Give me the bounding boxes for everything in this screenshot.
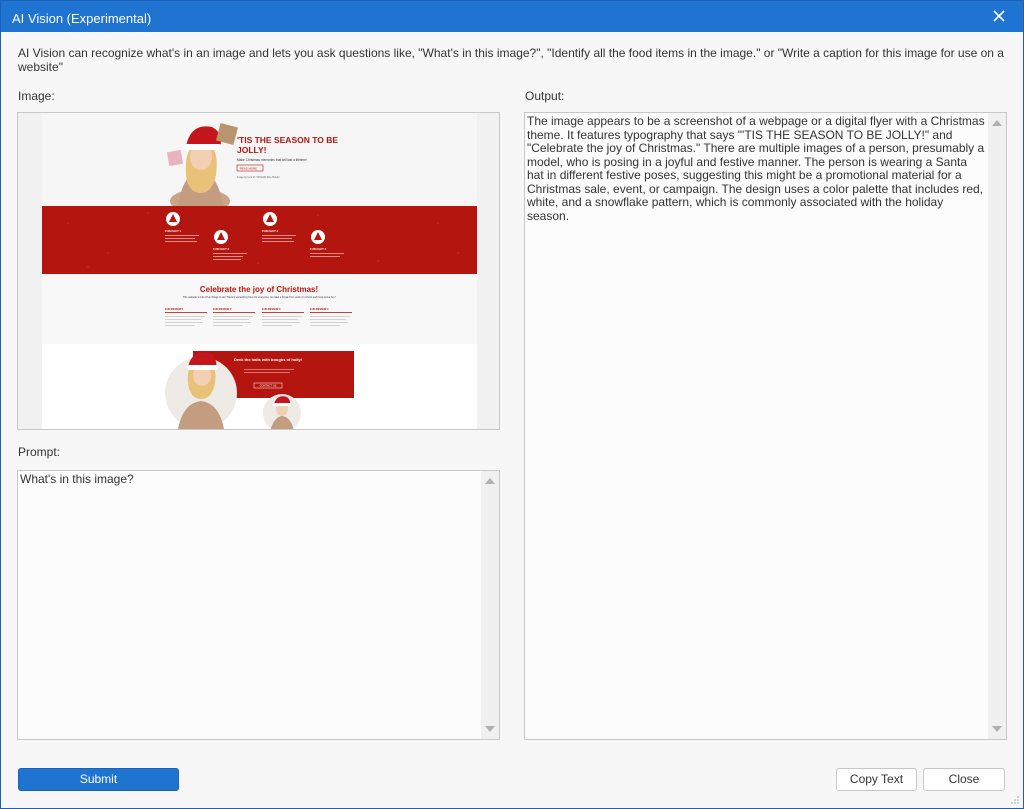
close-icon[interactable] [989,6,1009,26]
prompt-scrollbar[interactable] [481,471,499,739]
preview-celebrate-title: Celebrate the joy of Christmas! [200,285,318,294]
image-label: Image: [18,89,55,103]
preview-fun-review-1: FUN REVIEW 1 [165,307,184,311]
christmas-webpage-screenshot: 'TIS THE SEASON TO BE JOLLY! Make Christ… [18,113,499,429]
preview-contact-button: CONTACT US [260,384,277,388]
preview-hero-subtitle: Make Christmas memories that will last a… [237,158,307,162]
preview-celebrate-subtitle: This website is full of fun things to do… [183,295,336,299]
dialog-description: AI Vision can recognize what's in an ima… [18,46,1004,74]
scroll-down-icon[interactable] [485,726,495,732]
preview-fun-facts-band [42,206,477,274]
preview-hero-title-1: 'TIS THE SEASON TO BE [237,135,338,145]
svg-text:FUN FACT 2: FUN FACT 2 [213,247,230,251]
preview-hero-credit: Image by Iona for SFSGNN Elite Builder [237,176,280,179]
ai-vision-dialog: AI Vision (Experimental) AI Vision can r… [0,0,1024,809]
preview-fun-review-2: FUN REVIEW 2 [213,307,232,311]
close-button[interactable]: Close [923,768,1005,791]
output-text[interactable]: The image appears to be a screenshot of … [527,115,986,737]
submit-button[interactable]: Submit [18,768,179,791]
prompt-input[interactable]: What's in this image? [17,470,500,740]
image-preview: 'TIS THE SEASON TO BE JOLLY! Make Christ… [17,112,500,430]
prompt-label: Prompt: [18,445,61,459]
scroll-up-icon[interactable] [992,120,1002,126]
copy-text-button[interactable]: Copy Text [836,768,917,791]
output-textarea[interactable]: The image appears to be a screenshot of … [524,112,1007,740]
output-label: Output: [525,89,565,103]
scroll-up-icon[interactable] [485,478,495,484]
preview-deck-title: Deck the halls with boughs of holly! [234,357,302,362]
output-scrollbar[interactable] [988,113,1006,739]
svg-text:FUN FACT 3: FUN FACT 3 [262,229,279,233]
prompt-input-text[interactable]: What's in this image? [20,473,479,737]
preview-fun-review-3: FUN REVIEW 3 [262,307,281,311]
scroll-down-icon[interactable] [992,726,1002,732]
dialog-title: AI Vision (Experimental) [12,11,152,26]
svg-text:FUN FACT 4: FUN FACT 4 [310,247,327,251]
dialog-titlebar: AI Vision (Experimental) [1,1,1023,32]
svg-text:FUN FACT 1: FUN FACT 1 [165,229,182,233]
preview-hero-title-2: JOLLY! [237,145,267,155]
preview-fun-review-4: FUN REVIEW 4 [310,307,329,311]
resize-grip-icon[interactable] [1011,796,1019,804]
preview-read-more-label: READ MORE [240,167,257,171]
